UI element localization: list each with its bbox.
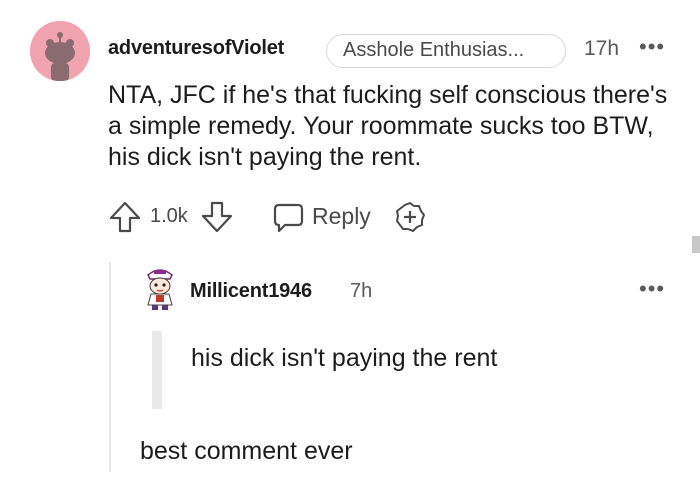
upvote-button[interactable]: [108, 200, 142, 234]
quoted-text: his dick isn't paying the rent: [191, 344, 498, 372]
snoo-avatar-icon: [30, 21, 90, 81]
reply-button[interactable]: [271, 200, 305, 234]
vote-score: 1.0k: [150, 205, 188, 227]
speech-bubble-icon: [273, 203, 304, 233]
more-options-icon[interactable]: •••: [639, 34, 665, 60]
reply-more-options-icon[interactable]: •••: [639, 276, 665, 302]
award-button[interactable]: [393, 200, 427, 234]
reply-avatar[interactable]: [140, 265, 180, 311]
reply-author[interactable]: Millicent1946: [190, 280, 312, 303]
character-avatar-icon: [147, 269, 173, 310]
reply-body: best comment ever: [140, 437, 353, 465]
upvote-arrow-icon: [109, 201, 141, 233]
reply-timestamp: 7h: [350, 280, 373, 302]
avatar[interactable]: [30, 21, 90, 81]
comment-author[interactable]: adventuresofViolet: [108, 37, 284, 60]
reply-label[interactable]: Reply: [312, 203, 371, 230]
comment-timestamp: 17h: [584, 37, 620, 60]
user-flair: Asshole Enthusias...: [326, 34, 566, 68]
comment-body: NTA, JFC if he's that fucking self consc…: [108, 81, 668, 171]
thread-line[interactable]: [109, 262, 111, 472]
quote-bar: [152, 331, 162, 409]
award-plus-icon: [396, 202, 425, 232]
scrollbar-thumb[interactable]: [692, 236, 700, 253]
downvote-arrow-icon: [201, 201, 233, 233]
downvote-button[interactable]: [200, 200, 234, 234]
